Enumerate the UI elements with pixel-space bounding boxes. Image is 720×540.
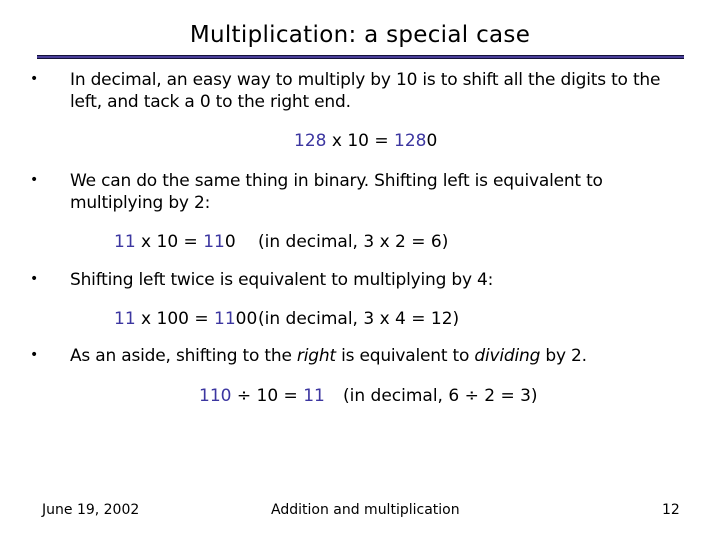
slide: Multiplication: a special case • In deci… [0,0,720,540]
equation-2-operator: x 10 = [135,232,204,252]
equation-1-operator: x 10 = [326,131,395,151]
equation-4-result-highlight: 11 [303,386,325,406]
bullet-2-line-1: We can do the same thing in binary. Shif… [70,171,603,191]
bullet-icon: • [30,347,39,363]
equation-3-result-highlight: 11 [214,309,236,329]
bullet-1-line-1: In decimal, an easy way to multiply by 1… [70,70,661,90]
equation-3-operator: x 100 = [135,309,215,329]
equation-4-note: (in decimal, 6 ÷ 2 = 3) [343,386,538,406]
equation-4-operand: 110 [199,386,232,406]
equation-2-result-highlight: 11 [203,232,225,252]
bullet-3-text: Shifting left twice is equivalent to mul… [70,269,690,291]
bullet-4-text-post: by 2. [540,346,587,366]
bullet-1-text: In decimal, an easy way to multiply by 1… [70,69,690,113]
footer-topic: Addition and multiplication [271,502,460,518]
equation-3-result-appended: 00 [235,309,258,329]
bullet-icon: • [30,71,39,87]
bullet-4-emphasis-dividing: dividing [474,346,541,366]
bullet-4-text: As an aside, shifting to the right is eq… [70,345,690,367]
equation-1-operand: 128 [294,131,327,151]
equation-1: 128 x 10 = 1280 [294,130,437,152]
bullet-icon: • [30,271,39,287]
bullet-1-line-2: left, and tack a 0 to the right end. [70,92,351,112]
bullet-4-emphasis-right: right [296,346,336,366]
bullet-2-line-2: multiplying by 2: [70,193,211,213]
equation-3-operand: 11 [114,309,136,329]
slide-title: Multiplication: a special case [189,22,531,48]
bullet-2-text: We can do the same thing in binary. Shif… [70,170,690,214]
equation-2-note: (in decimal, 3 x 2 = 6) [258,232,449,252]
equation-1-result-highlight: 128 [394,131,427,151]
bullet-4-text-mid: is equivalent to [335,346,475,366]
equation-2-result-appended: 0 [224,232,236,252]
footer-page-number: 12 [662,502,680,518]
bullet-icon: • [30,172,39,188]
equation-1-result-appended: 0 [426,131,438,151]
title-underline [37,55,684,59]
bullet-3-line-1: Shifting left twice is equivalent to mul… [70,270,494,290]
equation-3: 11 x 100 = 1100 [114,308,257,330]
equation-4: 110 ÷ 10 = 11 [199,385,325,407]
equation-2-operand: 11 [114,232,136,252]
equation-2: 11 x 10 = 110 [114,231,236,253]
bullet-4-text-pre: As an aside, shifting to the [70,346,297,366]
equation-4-operator: ÷ 10 = [231,386,304,406]
equation-3-note: (in decimal, 3 x 4 = 12) [258,309,460,329]
footer-date: June 19, 2002 [42,502,140,518]
